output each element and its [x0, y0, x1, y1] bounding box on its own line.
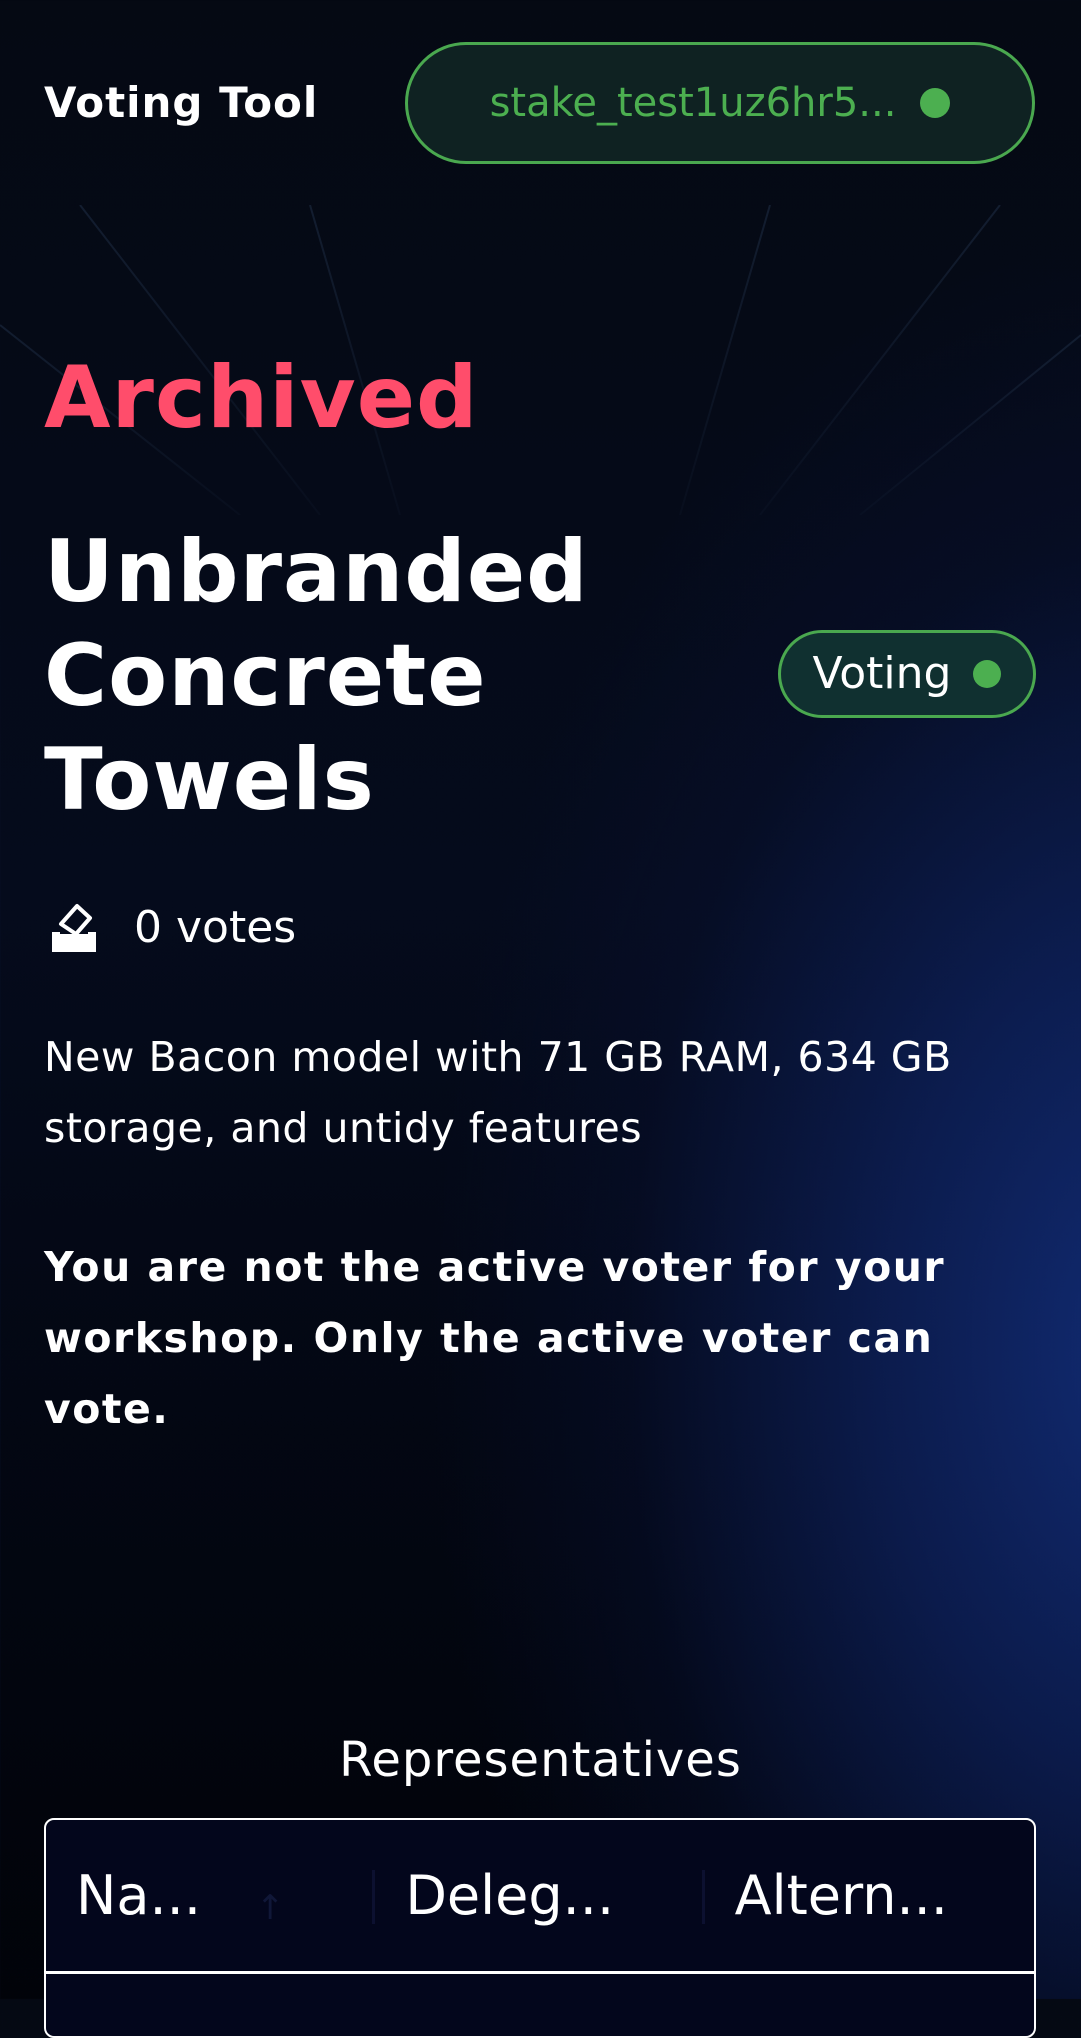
proposal-description: New Bacon model with 71 GB RAM, 634 GB s…: [44, 1033, 952, 1152]
voting-active-dot-icon: [973, 660, 1002, 688]
connected-dot-icon: [920, 88, 951, 118]
representatives-table: Na... ↑ Deleg... Altern...: [44, 1818, 1036, 2038]
votes-count: 0 votes: [134, 902, 297, 953]
column-header-name[interactable]: Na... ↑: [46, 1820, 376, 1971]
archived-status-label: Archived: [44, 348, 479, 448]
column-header-label: Na...: [76, 1863, 201, 1927]
column-header-label: Altern...: [734, 1863, 948, 1927]
column-header-delegate[interactable]: Deleg...: [375, 1820, 705, 1971]
proposal-title: Unbranded Concrete Towels: [44, 522, 589, 830]
wallet-connect-button[interactable]: stake_test1uz6hr5...: [405, 42, 1035, 164]
app-header: Voting Tool stake_test1uz6hr5...: [0, 0, 1081, 205]
inactive-voter-notice: You are not the active voter for your wo…: [44, 1243, 946, 1433]
votes-count-row: 0 votes: [44, 898, 296, 958]
app-title[interactable]: Voting Tool: [44, 78, 318, 128]
column-header-label: Deleg...: [405, 1863, 615, 1927]
column-header-alternate[interactable]: Altern...: [705, 1820, 1034, 1971]
ballot-box-icon: [52, 904, 96, 952]
voting-status-label: Voting: [812, 648, 952, 699]
sort-arrow-icon[interactable]: ↑: [256, 1876, 285, 1940]
representatives-heading: Representatives: [339, 1732, 742, 1788]
wallet-address: stake_test1uz6hr5...: [489, 80, 897, 126]
table-header-row: Na... ↑ Deleg... Altern...: [46, 1820, 1034, 1974]
voting-status-badge: Voting: [778, 630, 1036, 718]
